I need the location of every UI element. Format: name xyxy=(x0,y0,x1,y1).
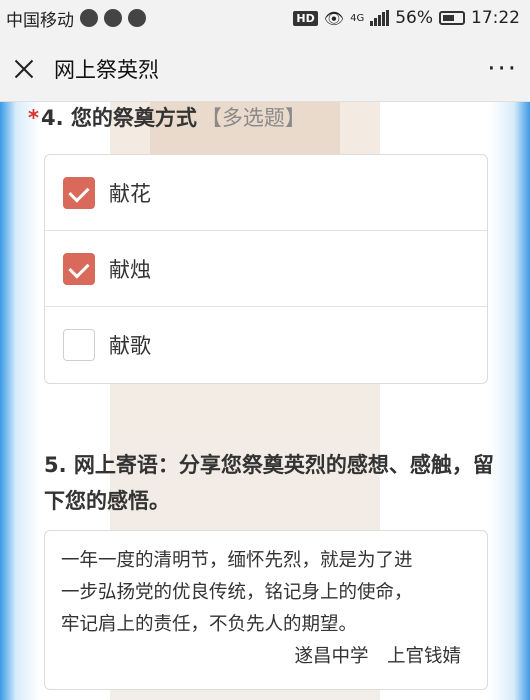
chat-notification-icon xyxy=(80,9,98,27)
signal-icon xyxy=(370,10,390,26)
nav-bar: 网上祭英烈 ··· xyxy=(0,36,530,102)
option-xianzhu[interactable]: 献烛 xyxy=(45,231,487,307)
status-left: 中国移动 xyxy=(6,6,146,31)
carrier-label: 中国移动 xyxy=(6,10,74,31)
battery-percent: 56% xyxy=(395,8,433,28)
checkbox-checked-icon[interactable] xyxy=(63,176,95,209)
eye-icon: 👁 xyxy=(323,8,345,28)
clock: 17:22 xyxy=(471,8,520,28)
question-4-title: *4. 您的祭奠方式 【多选题】 xyxy=(28,102,306,132)
option-label: 献歌 xyxy=(109,334,151,358)
option-label: 献花 xyxy=(109,181,151,206)
answer-line: 一年一度的清明节，缅怀先烈，就是为了进 xyxy=(61,550,413,571)
network-type: 4G xyxy=(350,12,365,24)
status-right: HD 👁 4G 56% 17:22 xyxy=(293,8,520,28)
page-title: 网上祭英烈 xyxy=(54,57,159,82)
question-5-answer-textarea[interactable]: 一年一度的清明节，缅怀先烈，就是为了进 一步弘扬党的优良传统，铭记身上的使命， … xyxy=(44,530,488,690)
status-bar: 中国移动 HD 👁 4G 56% 17:22 xyxy=(0,0,530,36)
option-label: 献烛 xyxy=(109,257,151,282)
option-xianhua[interactable]: 献花 xyxy=(45,155,487,231)
question-5-title: 5. 网上寄语：分享您祭奠英烈的感想、感触，留下您的感悟。 xyxy=(44,453,494,513)
question-type-label: 【多选题】 xyxy=(200,106,306,130)
answer-line: 牢记肩上的责任，不负先人的期望。 xyxy=(61,614,358,635)
qq-notification-icon xyxy=(128,9,146,27)
required-mark: * xyxy=(28,106,39,130)
more-menu-icon[interactable]: ··· xyxy=(487,56,518,82)
checkbox-checked-icon[interactable] xyxy=(63,252,95,285)
battery-icon xyxy=(439,11,465,25)
answer-signature: 遂昌中学 上官钱婧 xyxy=(294,646,461,667)
close-icon[interactable] xyxy=(12,57,36,81)
checkbox-unchecked-icon[interactable] xyxy=(63,329,95,361)
option-xiange[interactable]: 献歌 xyxy=(45,307,487,383)
hd-icon: HD xyxy=(293,10,318,26)
question-4-options: 献花 献烛 献歌 xyxy=(44,154,488,384)
app-notification-icon xyxy=(104,9,122,27)
question-4-text: 4. 您的祭奠方式 xyxy=(40,106,197,130)
survey-content[interactable]: *4. 您的祭奠方式 【多选题】 献花 献烛 献歌 5. 网上寄语：分享您祭奠英烈… xyxy=(0,102,530,700)
answer-line: 一步弘扬党的优良传统，铭记身上的使命， xyxy=(61,582,413,603)
